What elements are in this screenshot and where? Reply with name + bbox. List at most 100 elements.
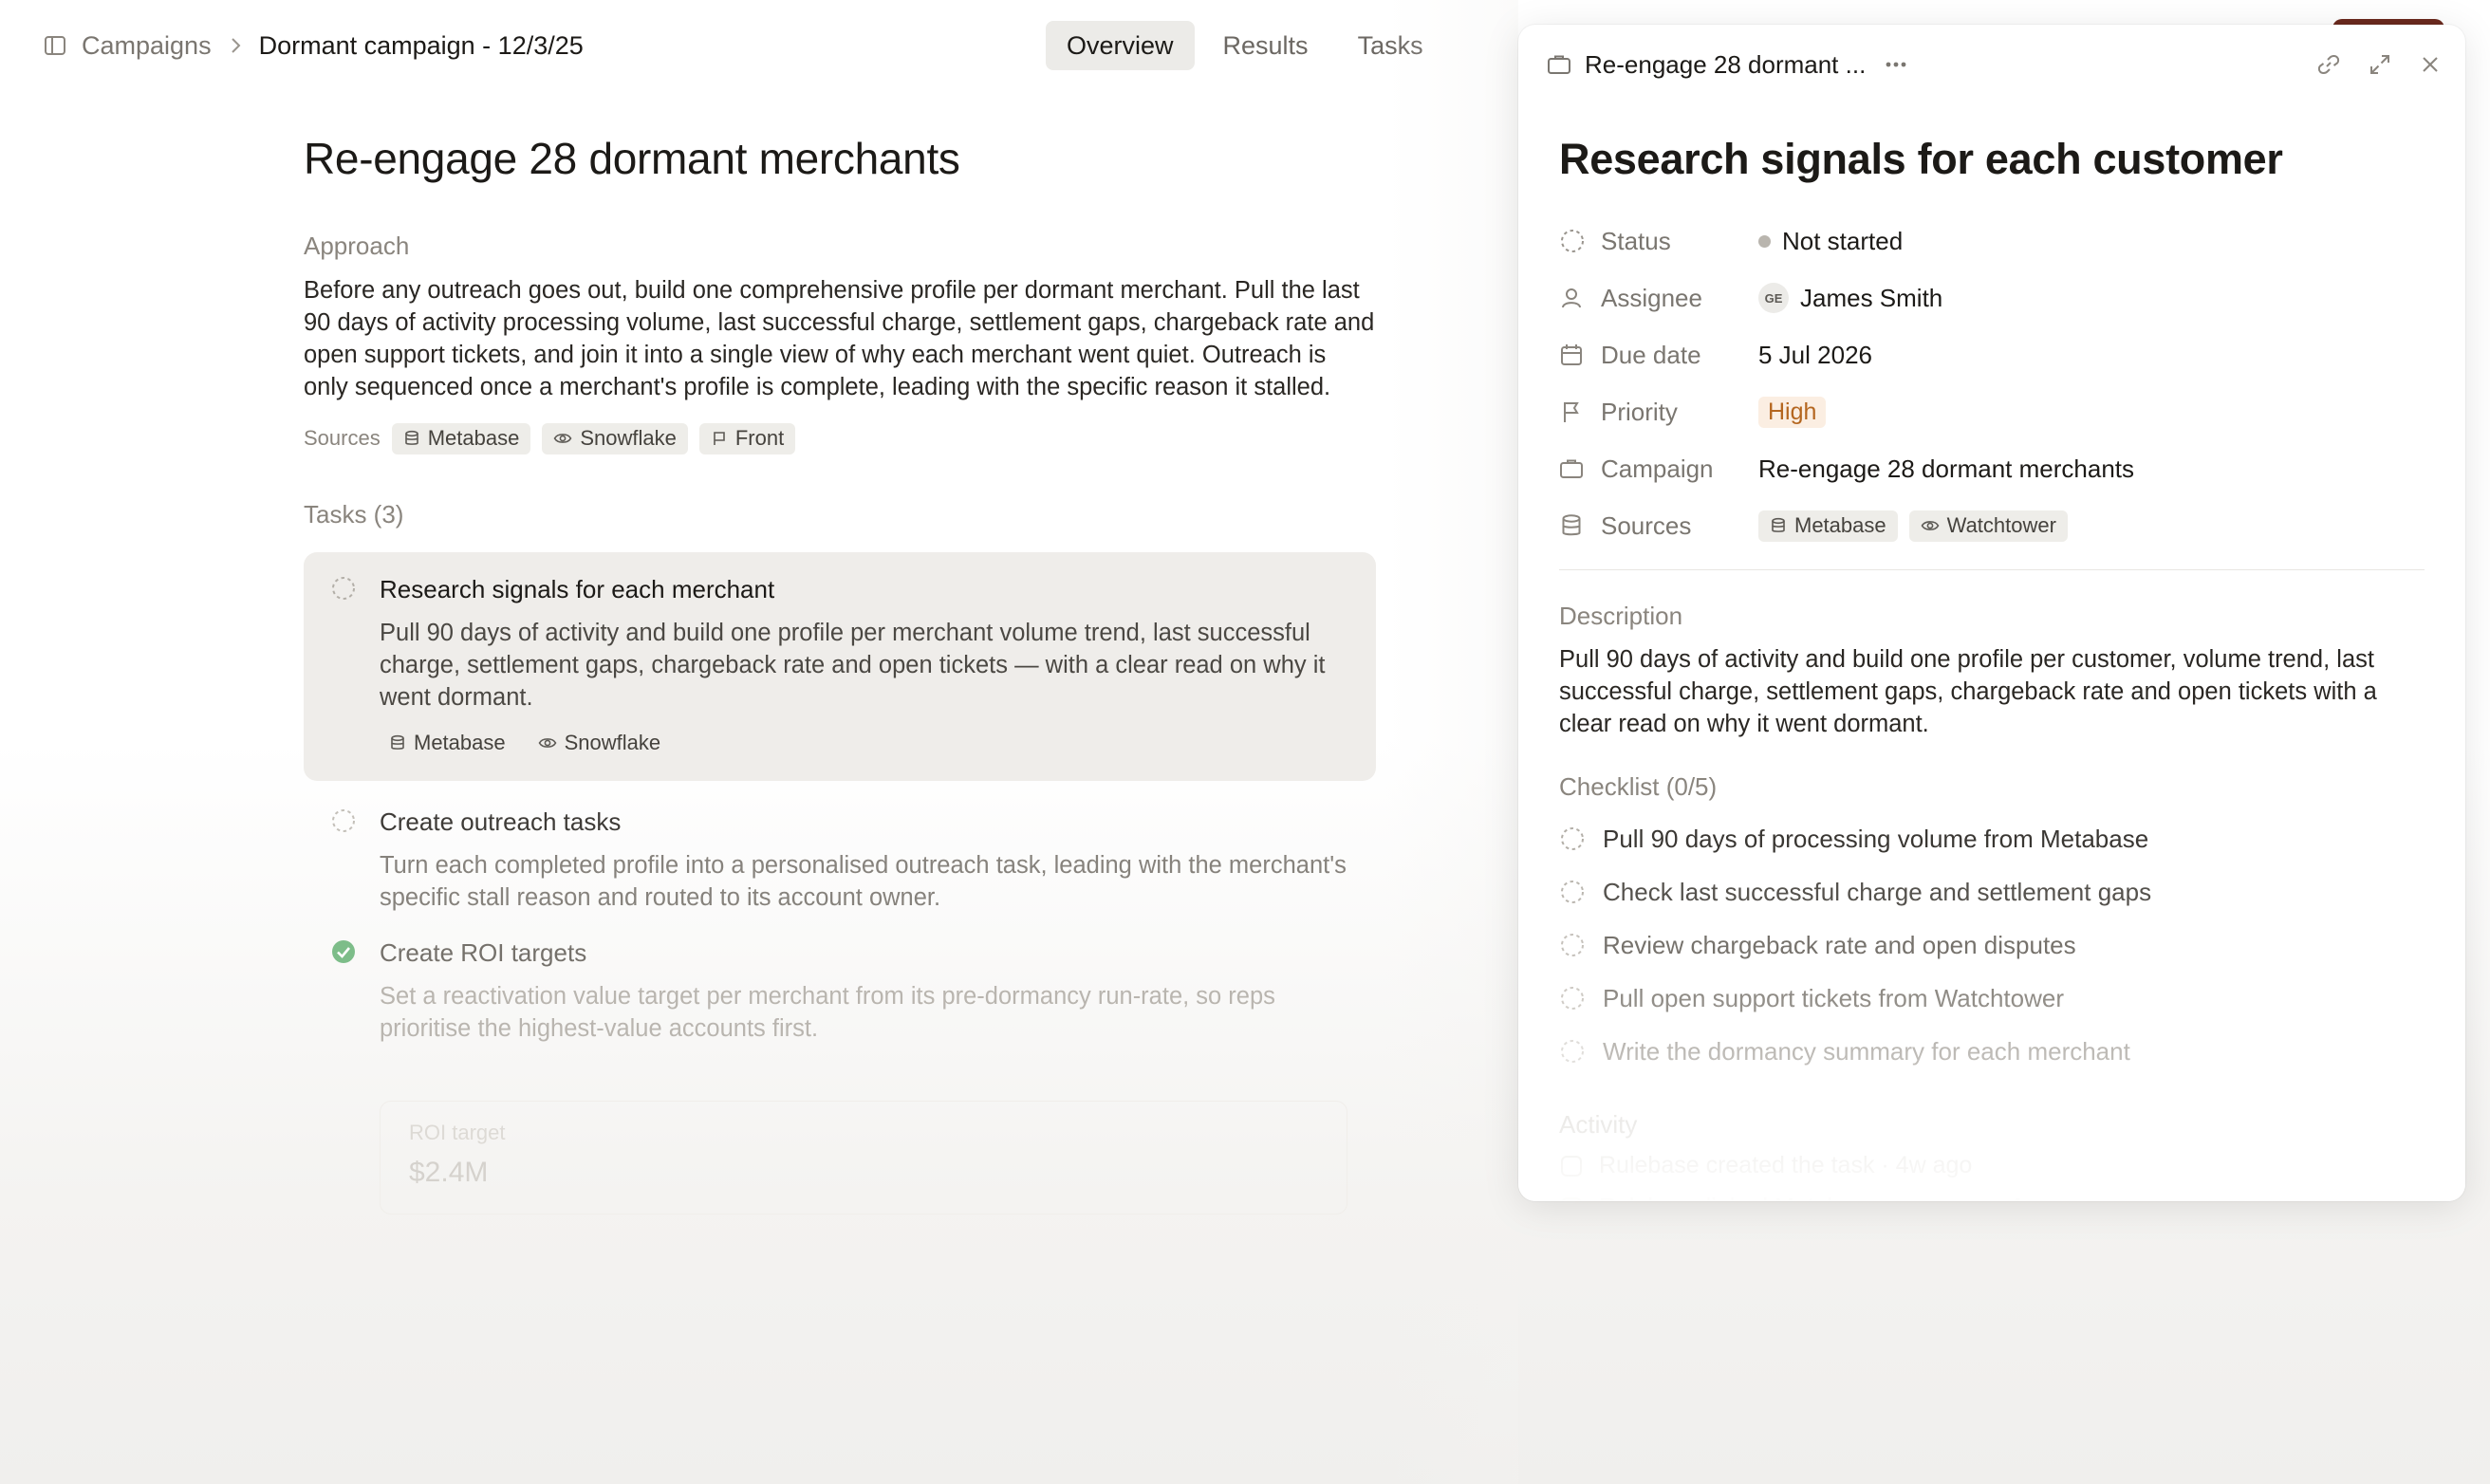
page-title: Re-engage 28 dormant merchants bbox=[304, 134, 960, 183]
status-icon bbox=[1559, 228, 1588, 254]
property-key: Assignee bbox=[1601, 283, 1702, 312]
task-sources: Metabase Snowflake bbox=[380, 727, 1347, 758]
briefcase-icon bbox=[1547, 53, 1571, 76]
property-priority: Priority High bbox=[1559, 383, 2425, 440]
source-chip-metabase[interactable]: Metabase bbox=[1758, 510, 1898, 542]
property-status: Status Not started bbox=[1559, 213, 2425, 269]
expand-icon[interactable] bbox=[2369, 53, 2391, 76]
database-icon bbox=[1772, 517, 1785, 532]
property-due-date: Due date 5 Jul 2026 bbox=[1559, 326, 2425, 383]
task-source-chip-snowflake[interactable]: Snowflake bbox=[529, 727, 673, 758]
source-chip-front[interactable]: Front bbox=[698, 422, 796, 454]
tab-results[interactable]: Results bbox=[1202, 21, 1329, 70]
property-sources: Sources Metabase Watchtower bbox=[1559, 497, 2425, 554]
eye-icon bbox=[1921, 521, 1940, 530]
breadcrumb-current: Dormant campaign - 12/3/25 bbox=[258, 30, 584, 60]
task-title: Create ROI targets bbox=[380, 938, 587, 967]
checkbox-ring-icon[interactable] bbox=[1559, 1038, 1588, 1065]
property-campaign: Campaign Re-engage 28 dormant merchants bbox=[1559, 440, 2425, 497]
activity-item: Rulebase created the task · 4w ago bbox=[1559, 1152, 1972, 1179]
property-key: Status bbox=[1601, 226, 1671, 255]
task-description: Turn each completed profile into a perso… bbox=[380, 852, 1347, 911]
check-circle-icon[interactable] bbox=[330, 938, 357, 970]
checkbox-ring-icon[interactable] bbox=[1559, 932, 1588, 958]
checkbox-ring-icon[interactable] bbox=[1559, 985, 1588, 1011]
activity-label: Activity bbox=[1559, 1110, 1638, 1139]
calendar-icon bbox=[1559, 343, 1588, 367]
panel-campaign-link[interactable]: Re-engage 28 dormant ... bbox=[1585, 50, 1866, 80]
property-key: Priority bbox=[1601, 397, 1678, 426]
status-select[interactable]: Not started bbox=[1758, 227, 1903, 256]
user-icon bbox=[1559, 286, 1588, 310]
task-detail-panel: Re-engage 28 dormant ... Research signal… bbox=[1518, 25, 2465, 1201]
chevron-right-icon bbox=[229, 35, 242, 56]
task-card-outreach[interactable]: Create outreach tasks Turn each complete… bbox=[304, 787, 1376, 937]
task-description: Pull 90 days of activity and build one p… bbox=[380, 620, 1326, 711]
sources-label: Sources bbox=[304, 426, 381, 450]
tab-overview[interactable]: Overview bbox=[1046, 21, 1195, 70]
checklist: Pull 90 days of processing volume from M… bbox=[1559, 812, 2425, 1078]
roi-target-label: ROI target bbox=[409, 1121, 506, 1144]
description-text[interactable]: Pull 90 days of activity and build one p… bbox=[1559, 643, 2432, 740]
task-card-research[interactable]: Research signals for each merchant Pull … bbox=[304, 552, 1376, 781]
source-chip-watchtower[interactable]: Watchtower bbox=[1908, 510, 2068, 542]
panel-actions bbox=[2289, 53, 2441, 76]
task-source-chip-metabase[interactable]: Metabase bbox=[380, 727, 517, 758]
status-dot bbox=[1758, 234, 1771, 248]
sidebar-toggle-icon[interactable] bbox=[38, 28, 72, 63]
eye-icon bbox=[553, 434, 572, 443]
checklist-item[interactable]: Check last successful charge and settlem… bbox=[1559, 865, 2425, 918]
task-properties: Status Not started Assignee GE James Smit… bbox=[1559, 213, 2425, 554]
sources-list: Metabase Watchtower bbox=[1758, 510, 2079, 542]
task-title: Research signals for each merchant bbox=[380, 575, 775, 603]
priority-badge: High bbox=[1758, 396, 1827, 428]
approach-label: Approach bbox=[304, 232, 410, 260]
briefcase-icon bbox=[1559, 457, 1588, 480]
checklist-label: Checklist (0/5) bbox=[1559, 772, 1718, 801]
checklist-item[interactable]: Review chargeback rate and open disputes bbox=[1559, 918, 2425, 972]
checklist-item[interactable]: Pull open support tickets from Watchtowe… bbox=[1559, 972, 2425, 1025]
task-description: Set a reactivation value target per merc… bbox=[380, 983, 1275, 1042]
link-icon[interactable] bbox=[2317, 53, 2340, 76]
not-started-status-icon[interactable] bbox=[330, 807, 357, 839]
more-options-icon[interactable] bbox=[1885, 61, 1907, 68]
property-key: Sources bbox=[1601, 510, 1692, 540]
panel-task-title: Research signals for each customer bbox=[1559, 135, 2283, 183]
tasks-label: Tasks (3) bbox=[304, 500, 404, 529]
description-label: Description bbox=[1559, 602, 1683, 630]
breadcrumb-campaigns[interactable]: Campaigns bbox=[82, 31, 212, 61]
eye-icon bbox=[538, 737, 557, 748]
source-chip-snowflake[interactable]: Snowflake bbox=[542, 422, 688, 454]
due-date-picker[interactable]: 5 Jul 2026 bbox=[1758, 341, 1872, 370]
property-key: Campaign bbox=[1601, 454, 1714, 483]
avatar: GE bbox=[1758, 283, 1789, 313]
checklist-item[interactable]: Pull 90 days of processing volume from M… bbox=[1559, 812, 2425, 865]
task-title: Create outreach tasks bbox=[380, 807, 622, 836]
assignee-select[interactable]: GE James Smith bbox=[1758, 283, 1942, 313]
campaign-overview: Re-engage 28 dormant merchants Approach … bbox=[304, 133, 1376, 1067]
activity-icon bbox=[1559, 1154, 1584, 1178]
flag-icon bbox=[1559, 399, 1588, 424]
approach-text: Before any outreach goes out, build one … bbox=[304, 277, 1375, 400]
divider bbox=[1559, 569, 2425, 570]
flag-icon bbox=[714, 432, 725, 445]
source-chip-metabase[interactable]: Metabase bbox=[391, 422, 531, 454]
panel-header: Re-engage 28 dormant ... bbox=[1547, 46, 2441, 83]
checkbox-ring-icon[interactable] bbox=[1559, 825, 1588, 852]
roi-target-value: $2.4M bbox=[409, 1157, 489, 1188]
property-assignee: Assignee GE James Smith bbox=[1559, 269, 2425, 326]
checkbox-ring-icon[interactable] bbox=[1559, 879, 1588, 905]
priority-select[interactable]: High bbox=[1758, 396, 1827, 428]
property-key: Due date bbox=[1601, 340, 1701, 369]
not-started-status-icon[interactable] bbox=[330, 575, 357, 606]
roi-target-card: ROI target $2.4M bbox=[380, 1101, 1347, 1215]
campaign-link[interactable]: Re-engage 28 dormant merchants bbox=[1758, 454, 2134, 484]
database-icon bbox=[391, 734, 404, 750]
database-icon bbox=[1559, 513, 1588, 538]
sources-row: Sources Metabase Snowflake Front bbox=[304, 422, 1376, 454]
panel-backdrop bbox=[1385, 0, 1518, 1484]
task-card-roi[interactable]: Create ROI targets Set a reactivation va… bbox=[304, 916, 1376, 1067]
close-icon[interactable] bbox=[2420, 54, 2441, 75]
activity-icon bbox=[1559, 1196, 1584, 1201]
checklist-item[interactable]: Write the dormancy summary for each merc… bbox=[1559, 1025, 2425, 1078]
